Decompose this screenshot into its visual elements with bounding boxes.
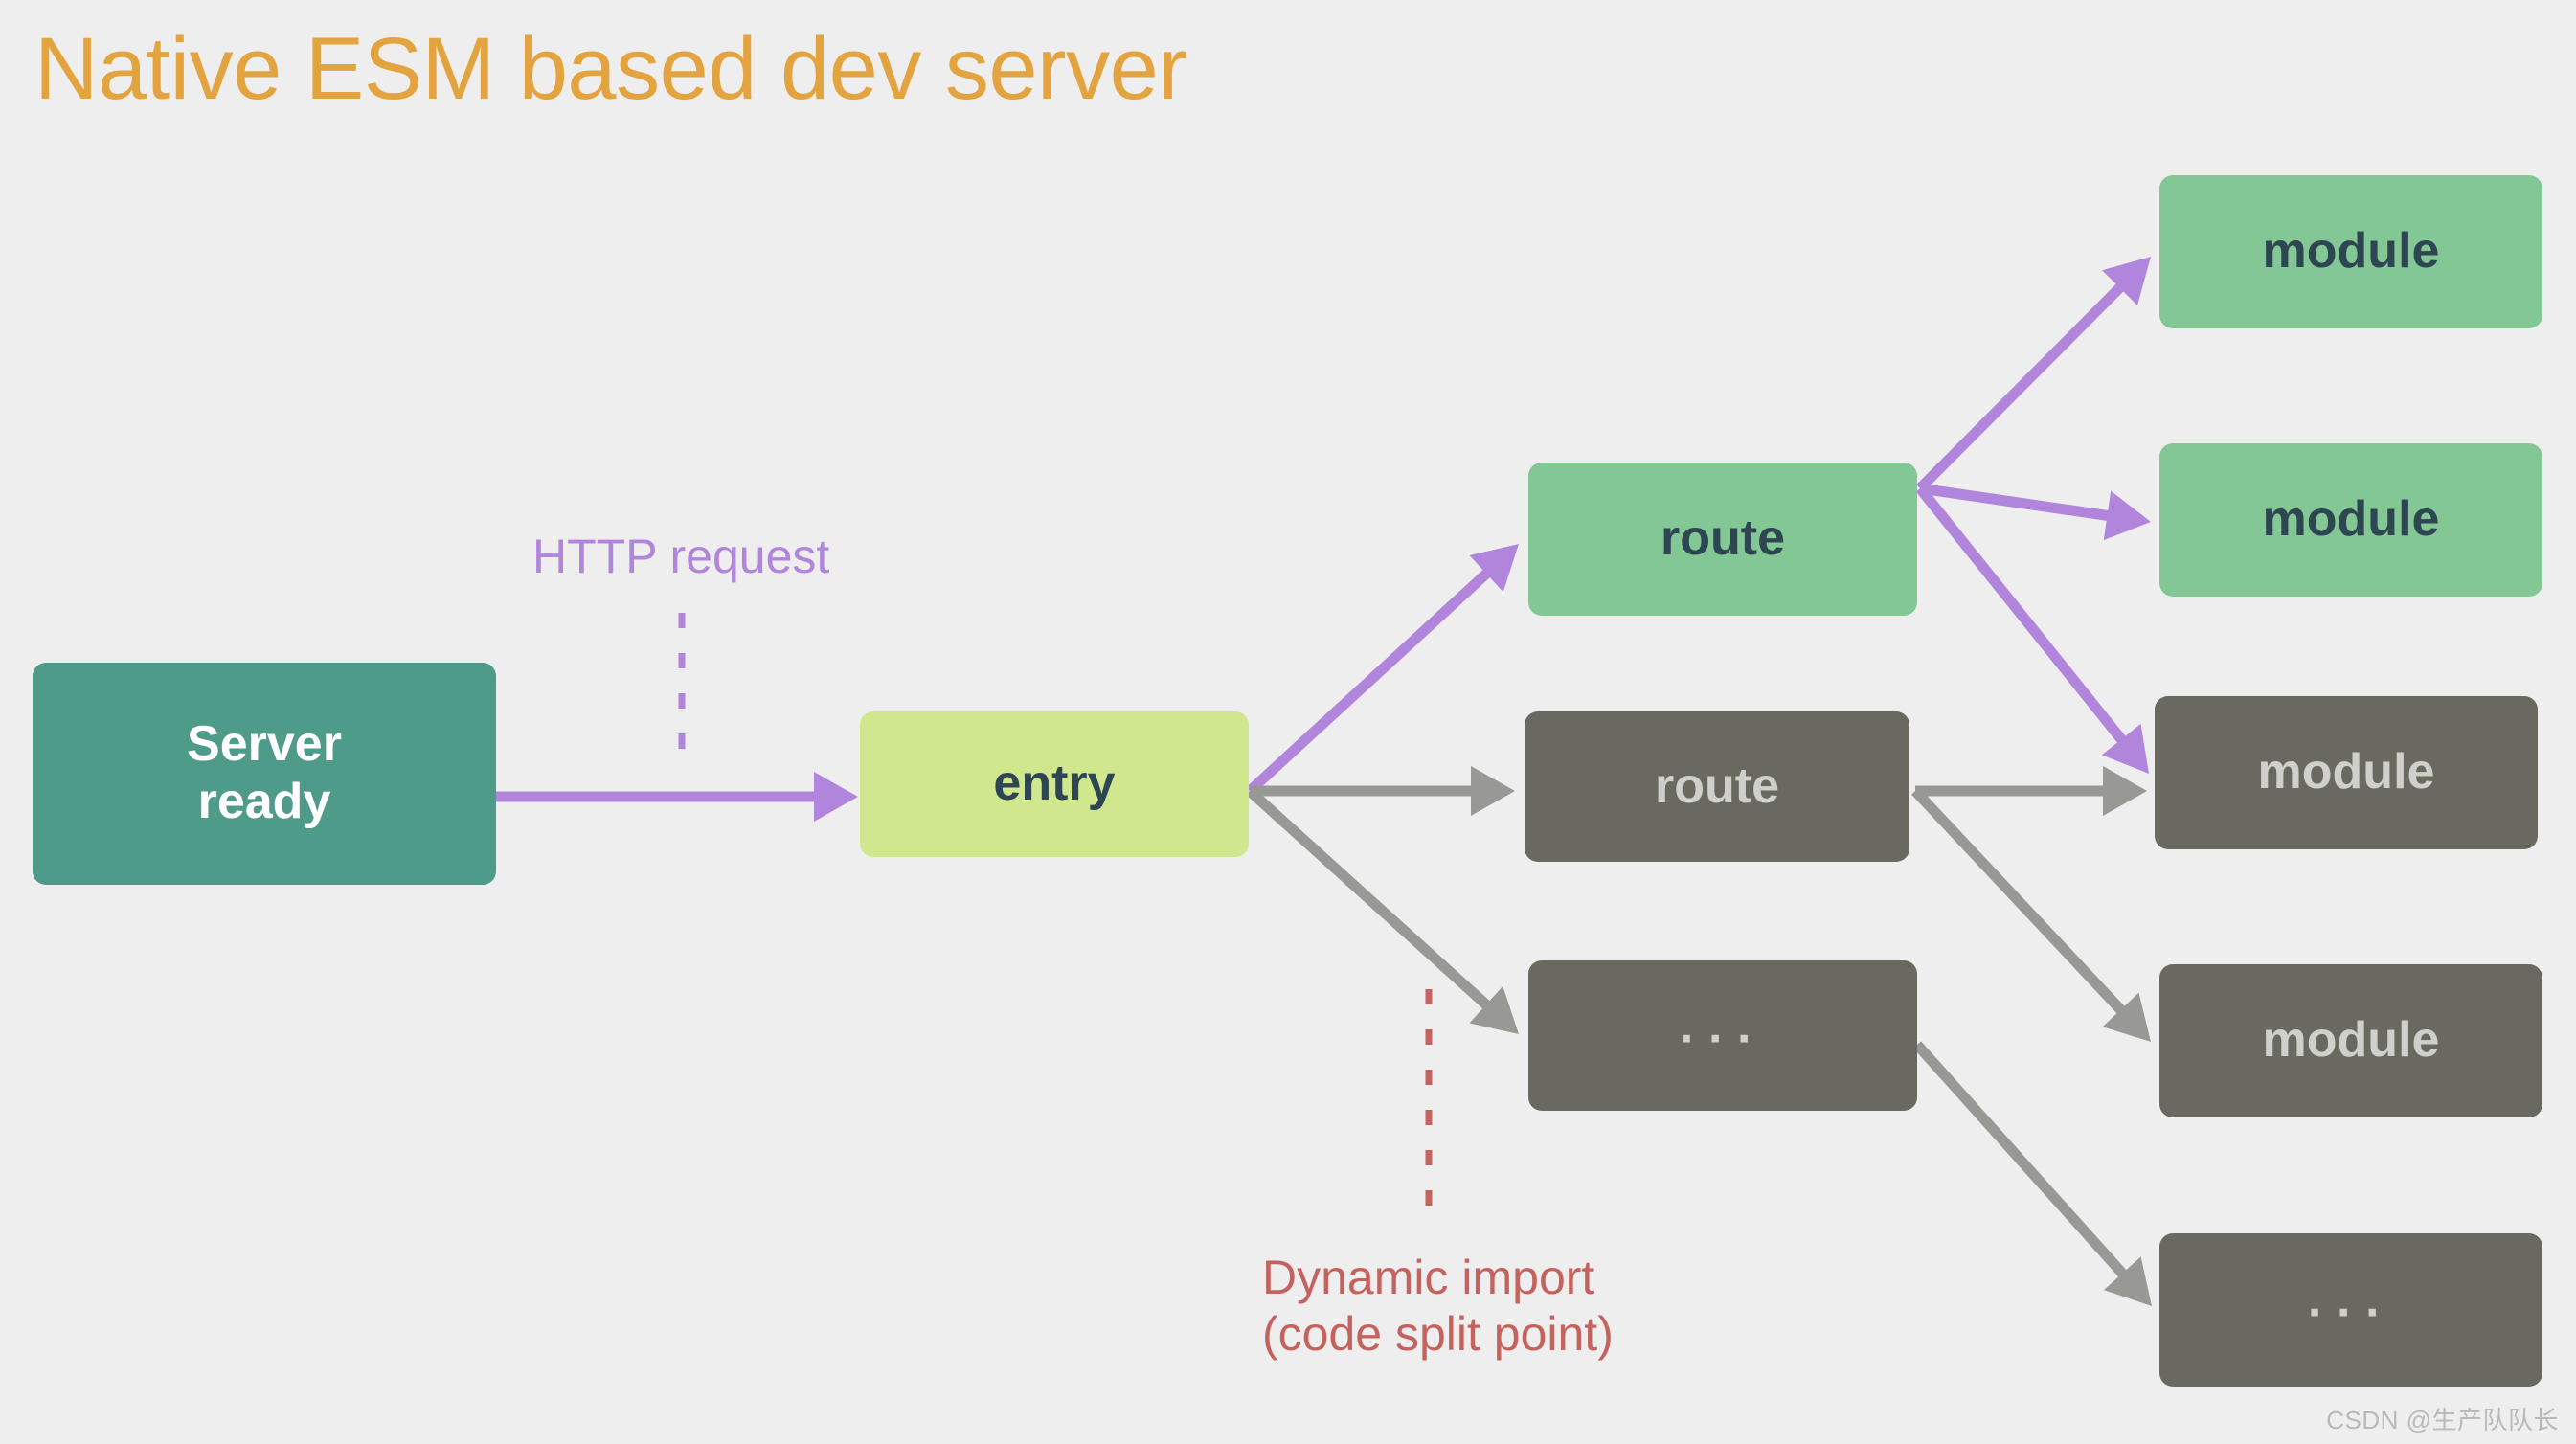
arrow-head (1471, 766, 1515, 816)
node-label: entry (993, 756, 1116, 812)
node-ellipsis-mid: ... (1528, 960, 1917, 1111)
edge-route-gray-to-module-4 (1910, 787, 2151, 1042)
arrow-head (2103, 1256, 2152, 1306)
node-module-3: module (2155, 696, 2538, 849)
arrow-shaft (1246, 786, 1492, 1010)
arrow-shaft (1916, 282, 2125, 492)
label-dynamic-import: Dynamic import (code split point) (1262, 1251, 1614, 1361)
arrow-head (2103, 490, 2151, 541)
node-label: ... (2307, 1272, 2395, 1328)
arrow-head (2103, 766, 2147, 816)
label-http-request: HTTP request (532, 530, 830, 583)
edge-route-green-to-module-2 (1919, 483, 2151, 541)
arrow-shaft (1910, 787, 2126, 1015)
arrow-head (1469, 985, 1519, 1034)
node-label: module (2262, 1012, 2440, 1069)
node-label: ... (1679, 998, 1767, 1054)
node-label: route (1661, 510, 1785, 567)
arrow-head (2102, 992, 2151, 1042)
edge-entry-to-route-gray (1250, 766, 1515, 816)
page-title: Native ESM based dev server (34, 20, 1187, 118)
arrow-head (2102, 257, 2151, 305)
watermark: CSDN @生产队队长 (2326, 1406, 2559, 1434)
node-label: route (1655, 757, 1779, 814)
edge-route-green-to-module-1 (1916, 257, 2151, 492)
arrow-shaft (1915, 485, 2127, 745)
arrow-head (2101, 723, 2149, 774)
node-label: module (2257, 744, 2435, 801)
node-module-2: module (2159, 443, 2542, 597)
edge-route-green-to-module-3 (1915, 485, 2149, 774)
edge-entry-to-ellipsis-mid (1246, 786, 1519, 1034)
node-ellipsis-end: ... (2159, 1233, 2542, 1387)
arrow-head (814, 772, 858, 822)
node-module-1: module (2159, 175, 2542, 328)
arrow-head (1469, 544, 1519, 593)
arrow-shaft (1919, 483, 2111, 522)
node-module-4: module (2159, 964, 2542, 1117)
node-label: module (2262, 223, 2440, 280)
edge-ellipsis-mid-to-end (1912, 1041, 2152, 1306)
node-route-gray: route (1525, 711, 1909, 862)
slide-canvas: Native ESM based dev server Server ready… (0, 0, 2576, 1444)
edge-entry-to-route-green (1246, 544, 1519, 796)
node-server-ready: Server ready (33, 663, 496, 885)
node-entry: entry (860, 711, 1249, 857)
node-label: Server ready (187, 716, 342, 829)
arrow-shaft (1246, 568, 1492, 796)
arrow-shaft (1912, 1041, 2128, 1278)
edge-route-gray-to-module-3 (1915, 766, 2147, 816)
edge-server-to-entry (496, 772, 858, 822)
node-label: module (2262, 491, 2440, 548)
node-route-green: route (1528, 463, 1917, 616)
